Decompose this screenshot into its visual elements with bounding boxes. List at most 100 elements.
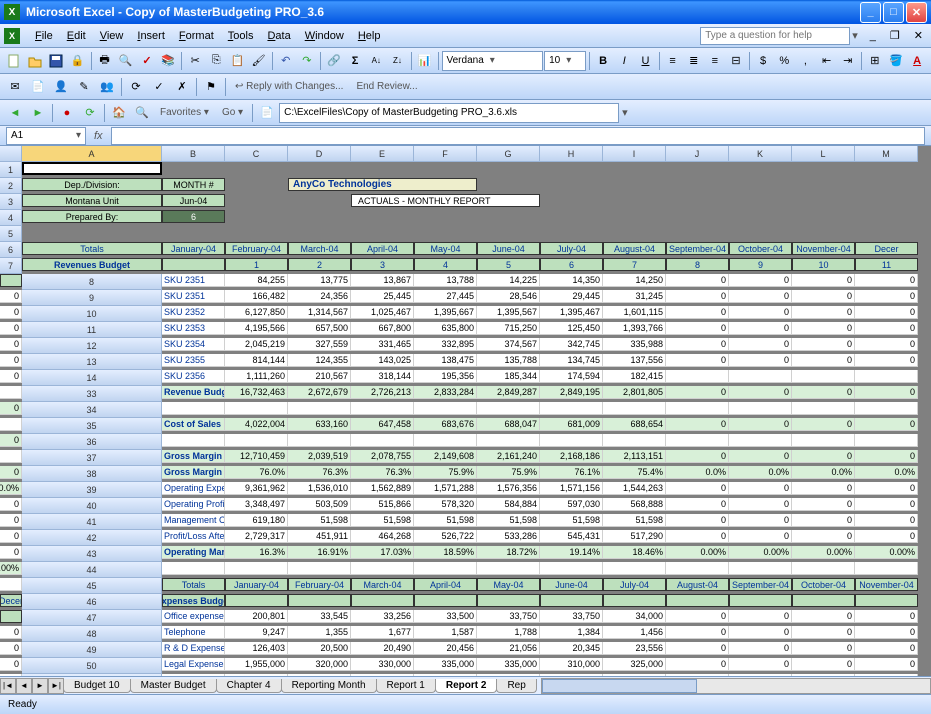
- data-cell[interactable]: [540, 434, 603, 447]
- data-cell[interactable]: [477, 434, 540, 447]
- data-cell[interactable]: 6,127,850: [225, 306, 288, 319]
- review-icon-6[interactable]: ⟳: [125, 76, 147, 98]
- row-header-48[interactable]: 48: [22, 626, 162, 642]
- data-cell[interactable]: 0: [855, 338, 918, 351]
- row-header-1[interactable]: 1: [0, 162, 22, 178]
- data-cell[interactable]: 0.00%: [855, 546, 918, 559]
- prev-sheet-button[interactable]: ◄: [16, 678, 32, 694]
- sheet-tab-report 2[interactable]: Report 2: [435, 679, 498, 693]
- close-button[interactable]: ✕: [906, 2, 927, 23]
- data-cell[interactable]: 0: [855, 674, 918, 676]
- col-header-F[interactable]: F: [414, 146, 477, 162]
- row-header-4[interactable]: 4: [0, 210, 22, 226]
- data-cell[interactable]: 578,320: [414, 498, 477, 511]
- data-cell[interactable]: 335,000: [414, 658, 477, 671]
- data-cell[interactable]: [603, 402, 666, 415]
- data-cell[interactable]: 33,500: [414, 610, 477, 623]
- data-cell[interactable]: 76.3%: [351, 466, 414, 479]
- go-button[interactable]: Go ▾: [216, 107, 249, 118]
- period-header[interactable]: April-04: [414, 578, 477, 591]
- data-cell[interactable]: 0: [729, 674, 792, 676]
- row-label[interactable]: SKU 2351: [162, 290, 225, 303]
- month-label[interactable]: MONTH #: [162, 178, 225, 191]
- row-header-3[interactable]: 3: [0, 194, 22, 210]
- period-header[interactable]: February-04: [288, 578, 351, 591]
- merge-icon[interactable]: ⊟: [726, 50, 746, 72]
- prepared-by-value[interactable]: 6: [162, 210, 225, 223]
- data-cell[interactable]: 0: [0, 306, 22, 319]
- data-cell[interactable]: 526,722: [414, 530, 477, 543]
- data-cell[interactable]: [855, 370, 918, 383]
- data-cell[interactable]: 0.00%: [0, 562, 22, 575]
- data-cell[interactable]: 134,745: [540, 354, 603, 367]
- data-cell[interactable]: 12,710,459: [225, 450, 288, 463]
- sheet-tab-rep[interactable]: Rep: [496, 679, 536, 693]
- data-cell[interactable]: 1,111,260: [225, 370, 288, 383]
- row-header-34[interactable]: 34: [22, 402, 162, 418]
- data-cell[interactable]: 0: [729, 354, 792, 367]
- data-cell[interactable]: 0: [0, 370, 22, 383]
- data-cell[interactable]: [855, 402, 918, 415]
- last-sheet-button[interactable]: ►|: [48, 678, 64, 694]
- data-cell[interactable]: [225, 434, 288, 447]
- col-header-C[interactable]: C: [225, 146, 288, 162]
- period-header[interactable]: October-04: [729, 242, 792, 255]
- row-header-2[interactable]: 2: [0, 178, 22, 194]
- sort-desc-icon[interactable]: Z↓: [387, 50, 407, 72]
- data-cell[interactable]: 0: [855, 386, 918, 399]
- period-header[interactable]: July-04: [603, 578, 666, 591]
- col-header-H[interactable]: H: [540, 146, 603, 162]
- data-cell[interactable]: 20,345: [540, 642, 603, 655]
- data-cell[interactable]: 125,450: [540, 322, 603, 335]
- data-cell[interactable]: 331,465: [351, 338, 414, 351]
- cut-icon[interactable]: ✂: [185, 50, 205, 72]
- save-icon[interactable]: [46, 50, 66, 72]
- data-cell[interactable]: 0: [792, 514, 855, 527]
- data-cell[interactable]: 13,775: [288, 274, 351, 287]
- row-label[interactable]: Cost of Sales: [162, 418, 225, 431]
- menu-tools[interactable]: Tools: [221, 27, 261, 45]
- data-cell[interactable]: 545,431: [540, 530, 603, 543]
- data-cell[interactable]: 17.03%: [351, 546, 414, 559]
- row-header-11[interactable]: 11: [22, 322, 162, 338]
- data-cell[interactable]: 51,598: [414, 514, 477, 527]
- increase-indent-icon[interactable]: ⇥: [838, 50, 858, 72]
- data-cell[interactable]: 667,800: [351, 322, 414, 335]
- row-label[interactable]: Management Charges: [162, 514, 225, 527]
- data-cell[interactable]: 310,000: [540, 658, 603, 671]
- data-cell[interactable]: 0: [792, 674, 855, 676]
- data-cell[interactable]: 2,849,287: [477, 386, 540, 399]
- row-label[interactable]: Office expense: [162, 610, 225, 623]
- menu-view[interactable]: View: [93, 27, 131, 45]
- chart-icon[interactable]: 📊: [414, 50, 434, 72]
- data-cell[interactable]: 28,546: [477, 290, 540, 303]
- data-cell[interactable]: 23,556: [603, 642, 666, 655]
- data-cell[interactable]: 124,355: [288, 354, 351, 367]
- data-cell[interactable]: 185,344: [477, 370, 540, 383]
- period-header[interactable]: June-04: [540, 578, 603, 591]
- data-cell[interactable]: 138,475: [414, 354, 477, 367]
- data-cell[interactable]: 31,245: [603, 290, 666, 303]
- data-cell[interactable]: 814,144: [225, 354, 288, 367]
- data-cell[interactable]: [0, 386, 22, 399]
- row-label[interactable]: Operating Margin %: [162, 546, 225, 559]
- data-cell[interactable]: 0: [792, 530, 855, 543]
- data-cell[interactable]: 14,225: [477, 274, 540, 287]
- data-cell[interactable]: 75.4%: [603, 466, 666, 479]
- data-cell[interactable]: 568,888: [603, 498, 666, 511]
- menu-edit[interactable]: Edit: [60, 27, 93, 45]
- data-cell[interactable]: 0: [729, 274, 792, 287]
- period-header[interactable]: August-04: [603, 242, 666, 255]
- data-cell[interactable]: 715,250: [477, 322, 540, 335]
- doc-icon[interactable]: 📄: [256, 102, 278, 124]
- data-cell[interactable]: 0: [792, 610, 855, 623]
- data-cell[interactable]: 81,544: [288, 674, 351, 676]
- address-input[interactable]: C:\ExcelFiles\Copy of MasterBudgeting PR…: [279, 103, 619, 123]
- data-cell[interactable]: 0: [729, 498, 792, 511]
- data-cell[interactable]: 0: [0, 290, 22, 303]
- row-header-33[interactable]: 33: [22, 386, 162, 402]
- data-cell[interactable]: 0: [792, 450, 855, 463]
- data-cell[interactable]: 0: [666, 626, 729, 639]
- data-cell[interactable]: 0: [0, 514, 22, 527]
- data-cell[interactable]: [666, 434, 729, 447]
